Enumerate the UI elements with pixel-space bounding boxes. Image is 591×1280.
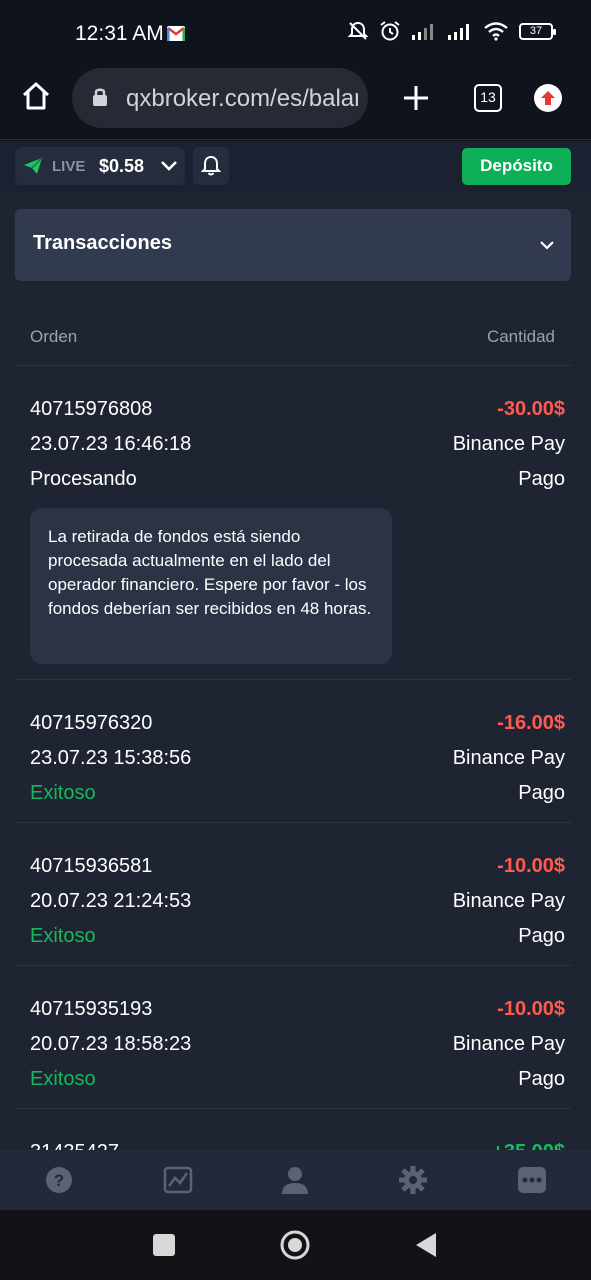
account-mode-label: LIVE [52, 158, 86, 175]
status-time: 12:31 AM [75, 22, 164, 45]
dropdown-label: Transacciones [33, 232, 172, 254]
url-text: qxbroker.com/es/balance [126, 85, 358, 112]
wifi-icon [484, 22, 508, 41]
transaction-type: Pago [518, 782, 565, 804]
address-bar[interactable]: qxbroker.com/es/balance [72, 68, 368, 128]
user-icon[interactable] [280, 1165, 310, 1195]
home-icon[interactable] [20, 80, 52, 112]
paper-plane-icon [24, 157, 43, 174]
transaction-datetime: 23.07.23 16:46:18 [30, 433, 192, 455]
transaction-id: 40715935193 [30, 998, 153, 1020]
transaction-amount: -30.00$ [497, 398, 565, 420]
column-header-amount: Cantidad [486, 327, 555, 346]
transaction-status: Procesando [30, 468, 137, 490]
transaction-type: Pago [518, 468, 565, 490]
browser-toolbar: qxbroker.com/es/balance 13 [0, 66, 591, 140]
transaction-status: Exitoso [30, 782, 96, 804]
notifications-button[interactable] [193, 147, 229, 185]
column-header-order: Orden [30, 327, 78, 346]
status-bar: 12:31 AM 37 [0, 0, 591, 66]
battery-icon: 37 [519, 22, 556, 40]
back-icon[interactable] [414, 1231, 438, 1259]
account-selector[interactable]: LIVE $0.58 [15, 147, 185, 185]
transaction-type: Pago [518, 1068, 565, 1090]
chart-icon[interactable] [163, 1165, 193, 1195]
transaction-method: Binance Pay [452, 433, 565, 455]
transaction-status: Exitoso [30, 925, 96, 947]
browser-menu-button[interactable] [534, 84, 562, 112]
transaction-amount: -10.00$ [497, 855, 565, 877]
help-icon[interactable]: ? [44, 1165, 74, 1195]
divider [15, 822, 571, 823]
main-content: Transacciones Orden Cantidad 40715976808… [0, 193, 591, 1150]
transaction-id: 40715976320 [30, 712, 153, 734]
divider [15, 1108, 571, 1109]
divider [15, 365, 571, 366]
mute-icon [347, 21, 369, 40]
transaction-id: 40715976808 [30, 398, 153, 420]
update-arrow-icon [541, 91, 555, 105]
transaction-status: Exitoso [30, 1068, 96, 1090]
transaction-id: 31435427 [30, 1141, 119, 1150]
transaction-datetime: 20.07.23 18:58:23 [30, 1033, 192, 1055]
status-icons: 37 [347, 20, 556, 42]
signal-icon [412, 24, 433, 40]
gear-icon[interactable] [398, 1165, 428, 1195]
system-nav-bar [0, 1210, 591, 1280]
transaction-id: 40715936581 [30, 855, 153, 877]
transaction-datetime: 23.07.23 15:38:56 [30, 747, 192, 769]
transaction-datetime: 20.07.23 21:24:53 [30, 890, 192, 912]
transactions-dropdown[interactable]: Transacciones [15, 209, 571, 281]
signal-icon [448, 24, 469, 40]
tab-switcher-button[interactable]: 13 [474, 84, 502, 112]
bell-icon [201, 155, 221, 176]
processing-note: La retirada de fondos está siendo proces… [30, 508, 392, 664]
alarm-icon [380, 21, 400, 41]
battery-level: 37 [529, 24, 543, 37]
account-balance: $0.58 [99, 156, 145, 176]
chevron-down-icon [161, 161, 177, 171]
gmail-icon [167, 26, 185, 41]
app-header: LIVE $0.58 Depósito [0, 141, 591, 193]
transaction-amount: -10.00$ [497, 998, 565, 1020]
deposit-button[interactable]: Depósito [462, 148, 571, 185]
transaction-method: Binance Pay [452, 1033, 565, 1055]
home-circle-icon[interactable] [279, 1229, 311, 1261]
lock-icon [93, 88, 107, 106]
transaction-method: Binance Pay [452, 747, 565, 769]
transaction-amount: +35.00$ [492, 1141, 565, 1150]
divider [15, 965, 571, 966]
bottom-nav: ? [0, 1150, 591, 1210]
transaction-type: Pago [518, 925, 565, 947]
more-icon[interactable] [517, 1165, 547, 1195]
chevron-down-icon [540, 241, 554, 250]
recents-icon[interactable] [152, 1233, 176, 1257]
divider [15, 679, 571, 680]
transactions-panel: Transacciones Orden Cantidad 40715976808… [0, 193, 591, 1150]
transaction-method: Binance Pay [452, 890, 565, 912]
transaction-amount: -16.00$ [497, 712, 565, 734]
svg-text:?: ? [54, 1171, 64, 1190]
plus-icon[interactable] [402, 84, 430, 112]
